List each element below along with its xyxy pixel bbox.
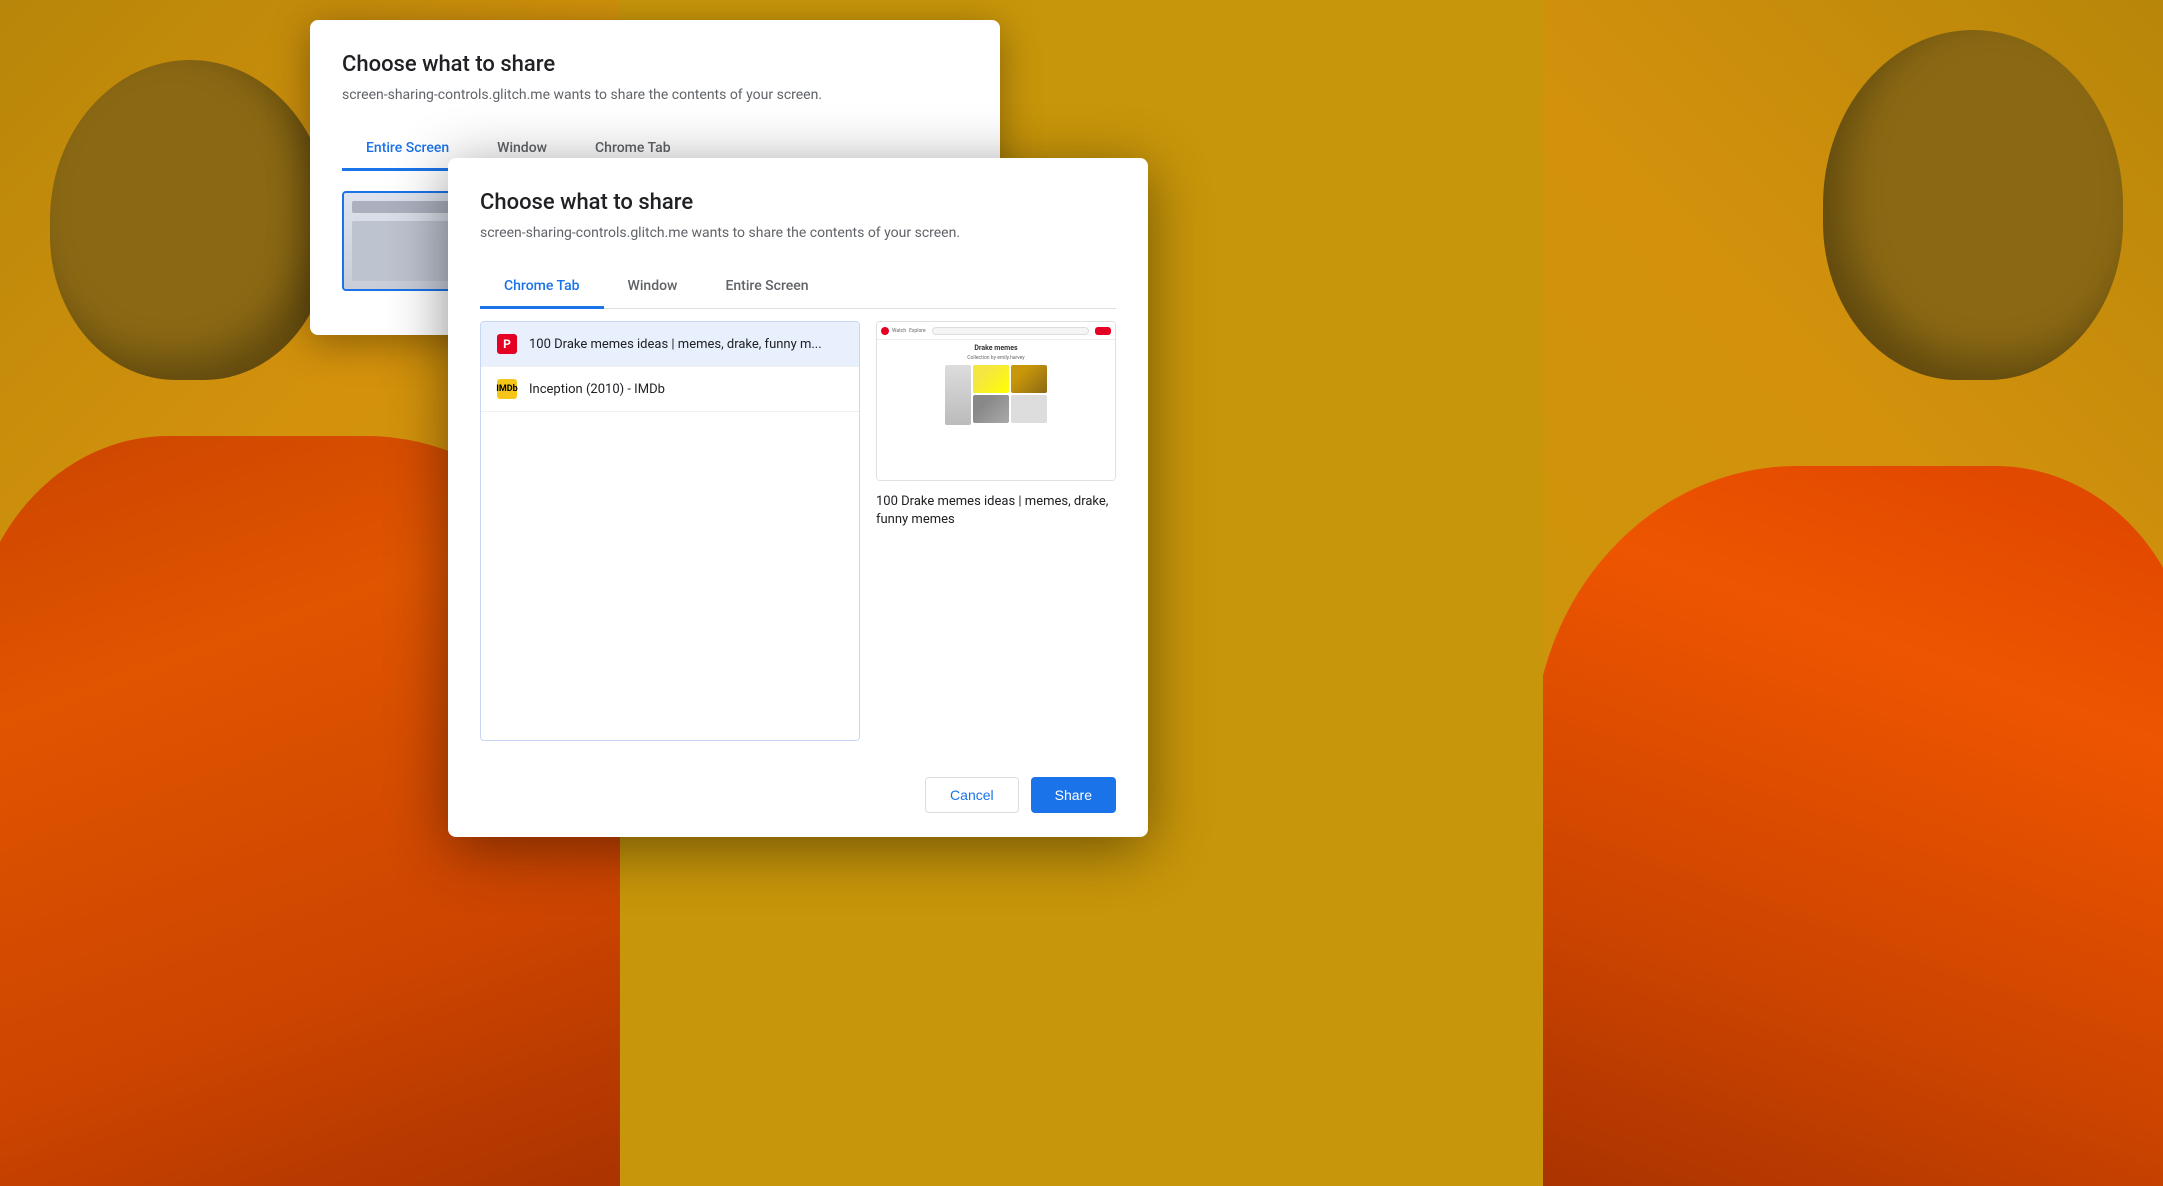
tab-list-item-imdb[interactable]: IMDb Inception (2010) - IMDb (481, 367, 859, 412)
preview-panel: Watch Explore Drake memes Collection by … (876, 321, 1116, 741)
pinterest-search-bar (932, 327, 1089, 335)
tab-title-pinterest: 100 Drake memes ideas | memes, drake, fu… (529, 337, 843, 352)
preview-caption: 100 Drake memes ideas | memes, drake, fu… (876, 493, 1116, 529)
tab-entire-screen-front[interactable]: Entire Screen (701, 266, 832, 309)
dialog-footer: Cancel Share (480, 761, 1116, 813)
dialog-front: Choose what to share screen-sharing-cont… (448, 158, 1148, 837)
pinterest-cell-tall (945, 365, 971, 425)
front-content: P 100 Drake memes ideas | memes, drake, … (480, 321, 1116, 741)
tab-list: P 100 Drake memes ideas | memes, drake, … (480, 321, 860, 741)
pinterest-nav: Watch Explore (892, 328, 926, 334)
pinterest-col-mid (973, 365, 1009, 425)
preview-screenshot: Watch Explore Drake memes Collection by … (876, 321, 1116, 481)
back-dialog-subtitle: screen-sharing-controls.glitch.me wants … (342, 87, 968, 103)
drake-right-figure (1543, 0, 2163, 1186)
pinterest-sub-sm: Collection by emily.harvey (881, 355, 1111, 361)
pinterest-title-sm: Drake memes (881, 344, 1111, 352)
front-dialog-title: Choose what to share (480, 190, 1116, 215)
pinterest-logo-mini (881, 327, 889, 335)
front-dialog-tabs: Chrome Tab Window Entire Screen (480, 265, 1116, 309)
tab-list-item-pinterest[interactable]: P 100 Drake memes ideas | memes, drake, … (481, 322, 859, 367)
pinterest-learn-btn (1095, 327, 1111, 335)
pinterest-grid (881, 365, 1111, 425)
pinterest-favicon: P (497, 334, 517, 354)
tab-chrome-tab-front[interactable]: Chrome Tab (480, 266, 604, 309)
tab-title-imdb: Inception (2010) - IMDb (529, 382, 843, 397)
pinterest-col-right (1011, 365, 1047, 425)
tab-window-front[interactable]: Window (604, 266, 702, 309)
pinterest-preview: Watch Explore Drake memes Collection by … (877, 322, 1115, 480)
pinterest-cell-misc (1011, 395, 1047, 423)
imdb-favicon: IMDb (497, 379, 517, 399)
pinterest-col-left (945, 365, 971, 425)
background: Choose what to share screen-sharing-cont… (0, 0, 2163, 1186)
pinterest-cell-drake (1011, 365, 1047, 393)
cancel-button[interactable]: Cancel (925, 777, 1019, 813)
pinterest-body: Drake memes Collection by emily.harvey (877, 340, 1115, 429)
share-button[interactable]: Share (1031, 777, 1116, 813)
tab-list-empty-area (481, 412, 859, 712)
front-dialog-subtitle: screen-sharing-controls.glitch.me wants … (480, 225, 1116, 241)
pinterest-cell-cat (973, 395, 1009, 423)
pinterest-header: Watch Explore (877, 322, 1115, 340)
back-dialog-title: Choose what to share (342, 52, 968, 77)
pinterest-cell-sponge (973, 365, 1009, 393)
